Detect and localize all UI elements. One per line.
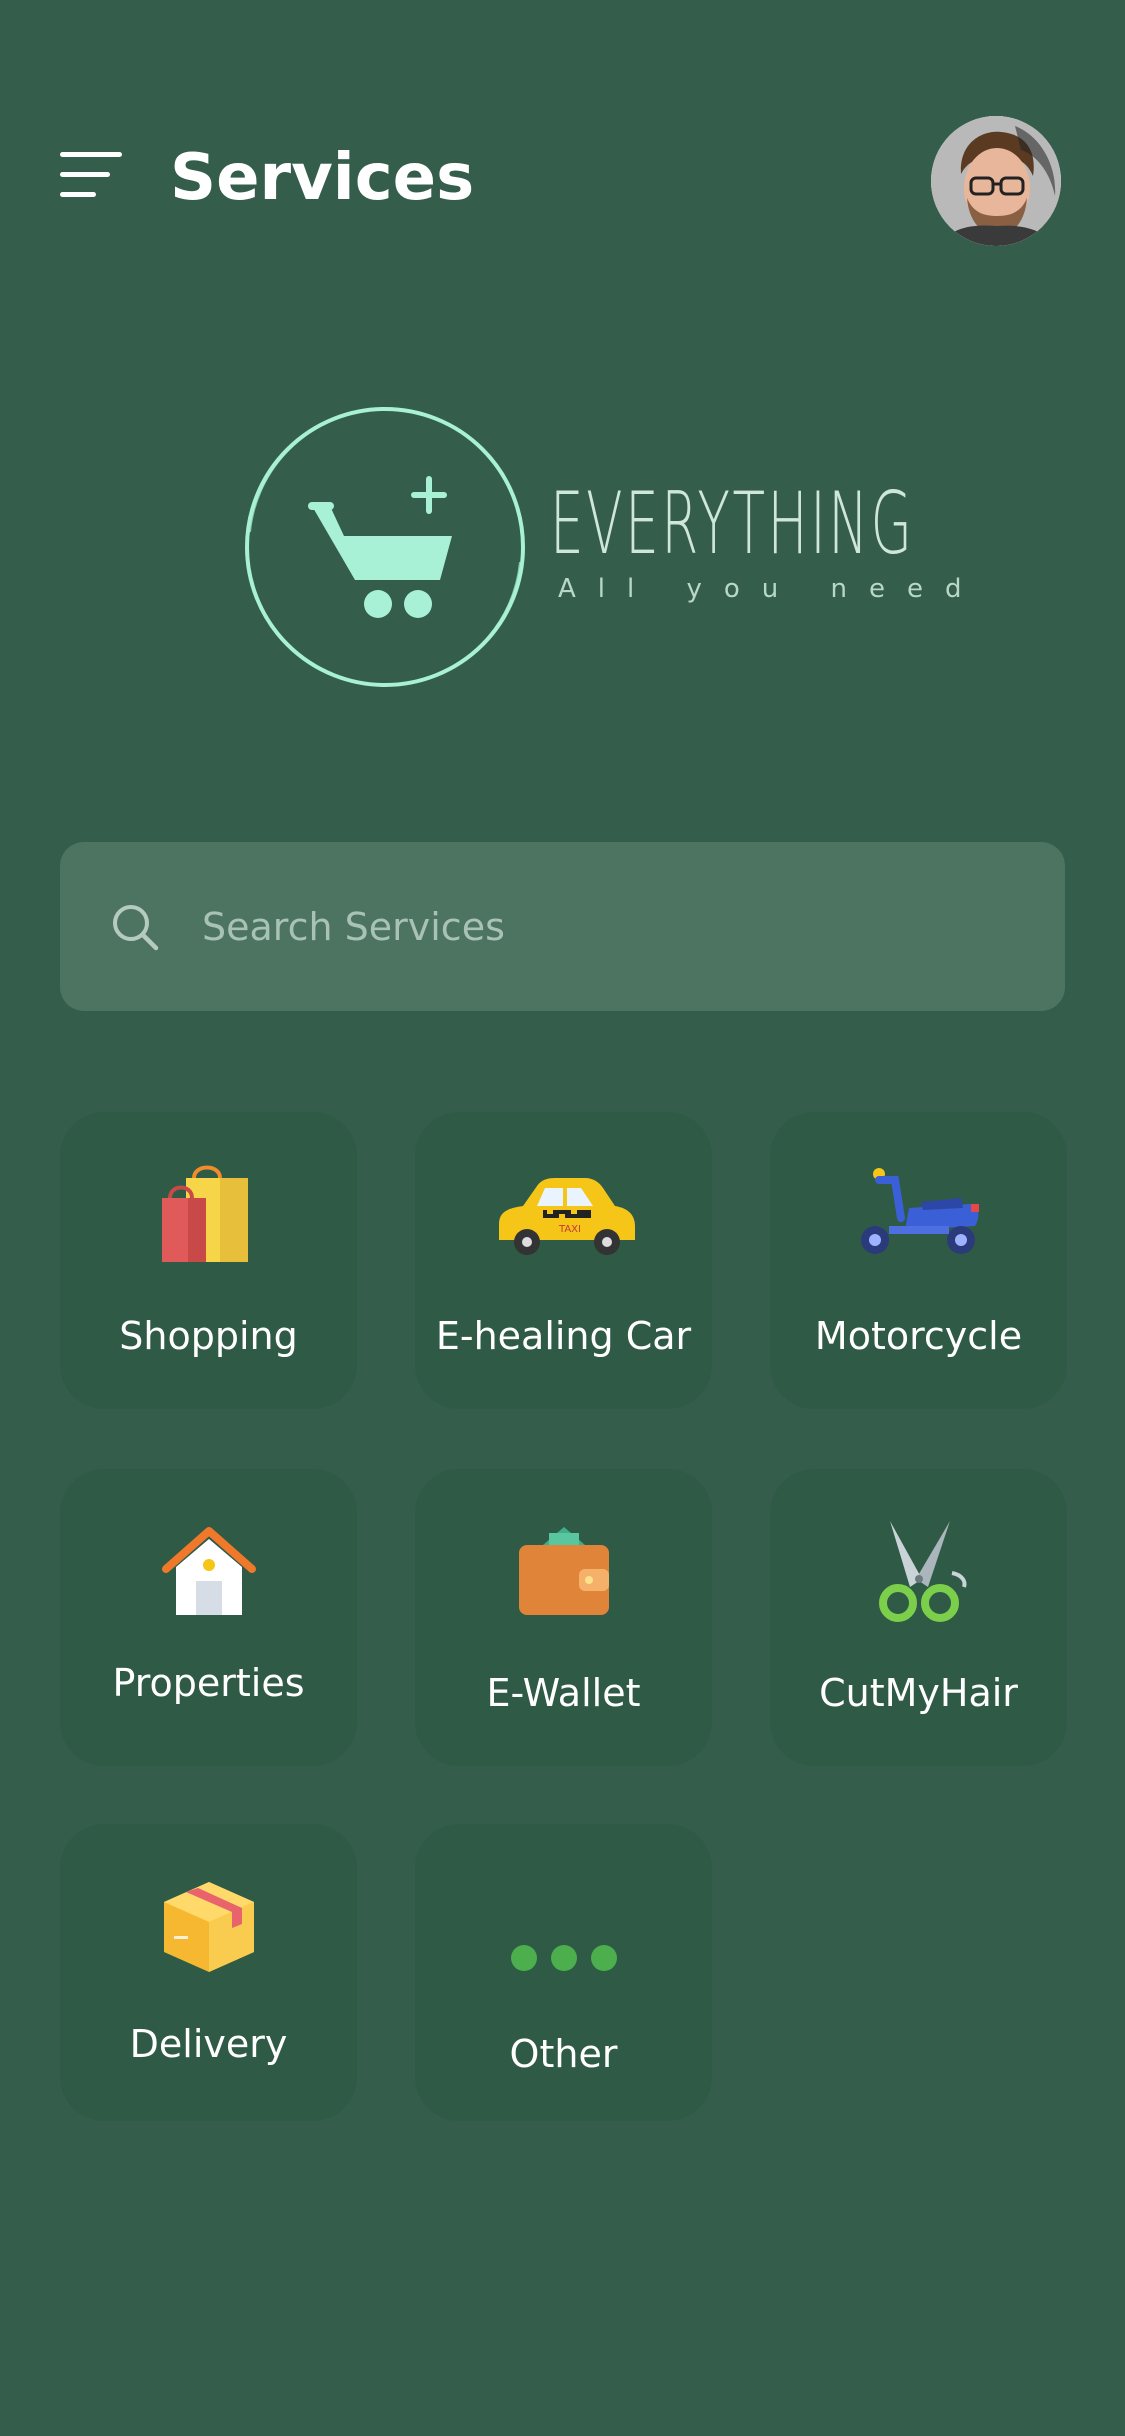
search-bar[interactable] bbox=[60, 842, 1065, 1011]
house-icon bbox=[161, 1527, 256, 1615]
service-tile-properties[interactable]: Properties bbox=[60, 1469, 357, 1766]
taxi-icon: TAXI bbox=[498, 1178, 635, 1255]
logo-wordmark: EVERYTHING bbox=[550, 474, 915, 574]
service-tile-e-wallet[interactable]: E-Wallet bbox=[415, 1469, 712, 1766]
page-title: Services bbox=[170, 141, 475, 215]
scooter-icon bbox=[860, 1168, 979, 1254]
service-label: Shopping bbox=[119, 1314, 298, 1358]
service-tile-e-healing-car[interactable]: TAXI E-healing Car bbox=[415, 1112, 712, 1409]
shopping-bags-icon bbox=[161, 1165, 248, 1262]
service-label: E-Wallet bbox=[486, 1671, 641, 1715]
service-label: E-healing Car bbox=[435, 1314, 692, 1358]
avatar[interactable] bbox=[931, 116, 1061, 246]
service-label: Properties bbox=[112, 1661, 305, 1705]
service-tile-cutmyhair[interactable]: CutMyHair bbox=[770, 1469, 1067, 1766]
service-label: Other bbox=[509, 2032, 618, 2076]
service-label: Motorcycle bbox=[814, 1314, 1023, 1358]
cart-plus-icon bbox=[245, 407, 525, 687]
service-tile-shopping[interactable]: Shopping bbox=[60, 1112, 357, 1409]
service-tile-delivery[interactable]: Delivery bbox=[60, 1824, 357, 2121]
brand-logo: EVERYTHING All you need bbox=[240, 402, 962, 692]
svg-text:TAXI: TAXI bbox=[558, 1224, 581, 1235]
menu-icon[interactable] bbox=[60, 152, 122, 200]
logo-tagline: All you need bbox=[558, 574, 984, 604]
service-label: Delivery bbox=[129, 2022, 288, 2066]
service-label: CutMyHair bbox=[819, 1671, 1018, 1715]
search-input[interactable] bbox=[202, 882, 1022, 972]
more-dots-icon bbox=[510, 1945, 617, 1971]
package-icon bbox=[163, 1882, 254, 1972]
wallet-icon bbox=[518, 1527, 609, 1615]
scissors-icon bbox=[878, 1521, 966, 1622]
service-tile-other[interactable]: Other bbox=[415, 1824, 712, 2121]
service-tile-motorcycle[interactable]: Motorcycle bbox=[770, 1112, 1067, 1409]
search-icon bbox=[113, 905, 159, 951]
